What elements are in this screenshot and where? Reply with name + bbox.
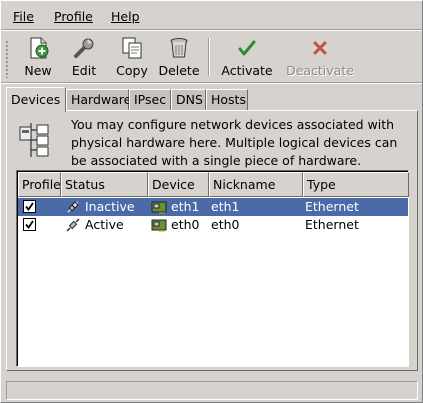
menu-profile[interactable]: Profile <box>52 7 95 26</box>
type-text: Ethernet <box>305 217 359 232</box>
delete-button[interactable]: Delete <box>157 34 201 80</box>
new-button[interactable]: New <box>17 34 59 80</box>
edit-button-label: Edit <box>71 63 97 78</box>
column-header-device[interactable]: Device <box>148 172 209 197</box>
check-mark-icon <box>25 202 34 211</box>
nickname-text: eth1 <box>211 199 240 214</box>
edit-button[interactable]: Edit <box>64 34 104 80</box>
column-header-profile[interactable]: Profile <box>18 172 61 197</box>
deactivate-button-label: Deactivate <box>286 63 354 78</box>
column-header-status[interactable]: Status <box>61 172 148 197</box>
copy-button[interactable]: Copy <box>111 34 153 80</box>
menu-file[interactable]: File <box>11 7 36 26</box>
network-hardware-icon <box>19 123 49 157</box>
tab-hardware[interactable]: Hardware <box>66 89 131 111</box>
trash-can-icon <box>170 38 188 58</box>
network-configuration-window: File Profile Help New Edit Copy Delete A… <box>0 0 423 403</box>
tab-dns[interactable]: DNS <box>171 89 206 111</box>
menubar: File Profile Help <box>2 3 422 29</box>
check-mark-icon <box>25 220 34 229</box>
status-text: Inactive <box>85 199 135 214</box>
status-bar <box>6 381 418 400</box>
plugged-connector-icon <box>66 218 80 232</box>
menubar-separator <box>1 29 422 31</box>
activate-button-label: Activate <box>221 63 273 78</box>
unplugged-connector-icon <box>67 201 79 213</box>
network-card-icon <box>151 219 167 232</box>
device-list[interactable]: Profile Status Device Nickname Type Inac… <box>16 170 409 367</box>
profile-checkbox[interactable] <box>23 200 36 213</box>
toolbar-separator-line <box>1 82 422 84</box>
profile-checkbox[interactable] <box>23 218 36 231</box>
column-header-type[interactable]: Type <box>303 172 409 197</box>
wrench-icon <box>74 38 94 58</box>
new-button-label: New <box>24 63 52 78</box>
check-mark-icon <box>238 40 256 56</box>
devices-tab-panel: You may configure network devices associ… <box>6 110 418 371</box>
tab-ipsec[interactable]: IPsec <box>129 89 171 111</box>
toolbar: New Edit Copy Delete Activate Deactivate <box>1 32 422 82</box>
tab-hosts[interactable]: Hosts <box>206 89 248 111</box>
devices-description: You may configure network devices associ… <box>71 117 398 168</box>
device-text: eth0 <box>171 217 200 232</box>
table-row[interactable]: Inactive eth1 eth1 Ethernet <box>18 198 408 216</box>
status-text: Active <box>85 217 124 232</box>
delete-button-label: Delete <box>158 63 200 78</box>
menu-help[interactable]: Help <box>109 7 142 26</box>
copy-documents-icon <box>122 37 142 59</box>
network-card-icon <box>151 201 167 214</box>
activate-button[interactable]: Activate <box>219 34 275 80</box>
deactivate-button[interactable]: Deactivate <box>286 34 354 80</box>
toolbar-grip[interactable] <box>5 40 9 78</box>
column-header-nickname[interactable]: Nickname <box>209 172 303 197</box>
tab-devices[interactable]: Devices <box>6 87 66 112</box>
x-mark-icon <box>313 41 327 55</box>
type-text: Ethernet <box>305 199 359 214</box>
toolbar-separator <box>208 38 210 76</box>
nickname-text: eth0 <box>211 217 240 232</box>
copy-button-label: Copy <box>116 63 148 78</box>
new-document-plus-icon <box>30 37 49 59</box>
table-row[interactable]: Active eth0 eth0 Ethernet <box>18 216 408 234</box>
device-text: eth1 <box>171 199 200 214</box>
